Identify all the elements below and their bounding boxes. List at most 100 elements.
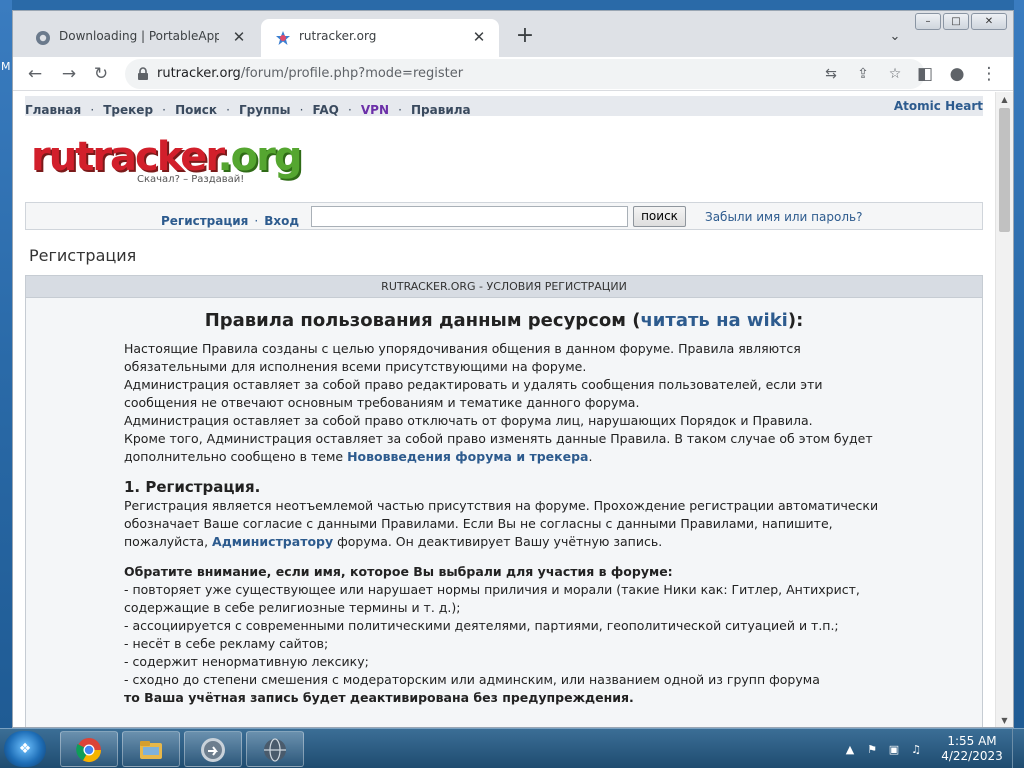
tab-rutracker[interactable]: rutracker.org ✕ [261, 19, 499, 57]
rules-paragraph: Администрация оставляет за собой право р… [124, 377, 823, 410]
forgot-password-link[interactable]: Забыли имя или пароль? [705, 210, 862, 224]
nav-vpn[interactable]: VPN [361, 103, 389, 117]
close-window-button[interactable]: ✕ [971, 13, 1007, 30]
notice-item: - повторяет уже существующее или нарушае… [124, 582, 860, 615]
wiki-link[interactable]: читать на wiki [640, 310, 787, 331]
window-controls: – □ ✕ [913, 13, 1007, 31]
taskbar-chrome[interactable] [60, 731, 118, 767]
chrome-icon [76, 738, 101, 763]
scroll-thumb[interactable] [999, 108, 1010, 232]
rules-p4-suffix: . [588, 449, 593, 464]
login-bar: Регистрация · Вход поиск Забыли имя или па… [25, 202, 983, 230]
notice-conclusion-text: то Ваша учётная запись будет деактивиров… [124, 690, 634, 705]
desktop-edge-label: M [1, 60, 11, 73]
scroll-down-icon[interactable]: ▼ [996, 713, 1013, 727]
nav-rules[interactable]: Правила [411, 103, 471, 117]
taskbar-network-app[interactable] [246, 731, 304, 767]
address-bar[interactable]: rutracker.org/forum/profile.php?mode=reg… [125, 59, 925, 89]
nickname-notice: Обратите внимание, если имя, которое Вы … [124, 563, 884, 707]
taskbar-clock[interactable]: 1:55 AM 4/22/2023 [940, 734, 1004, 764]
site-logo[interactable]: rutracker.org Скачал? – Раздавай! [31, 134, 302, 192]
logo-tagline: Скачал? – Раздавай! [137, 174, 245, 185]
page-content: Главная · Трекер · Поиск · Группы · FAQ … [13, 92, 995, 727]
rules-header: RUTRACKER.ORG - УСЛОВИЯ РЕГИСТРАЦИИ [26, 276, 982, 298]
notice-conclusion: то Ваша учётная запись будет деактивиров… [124, 689, 884, 707]
tray-expand-icon[interactable]: ▲ [842, 743, 858, 756]
nav-groups[interactable]: Группы [239, 103, 291, 117]
network-icon[interactable]: ▣ [886, 743, 902, 756]
nav-separator: · [90, 103, 95, 117]
admin-link[interactable]: Администратору [212, 534, 333, 549]
auth-separator: · [254, 214, 259, 228]
reload-icon[interactable]: ↻ [89, 62, 113, 86]
volume-icon[interactable]: ♫ [908, 743, 924, 756]
taskbar-explorer[interactable] [122, 731, 180, 767]
desktop-left-strip: M [0, 0, 12, 728]
page-scrollbar[interactable]: ▲ ▼ [995, 92, 1013, 727]
start-button[interactable]: ❖ [4, 731, 46, 767]
rutracker-favicon-icon [276, 31, 290, 45]
new-tab-button[interactable]: + [511, 23, 539, 51]
show-desktop-button[interactable] [1012, 729, 1024, 768]
nav-separator: · [226, 103, 230, 117]
globe-icon [264, 738, 286, 762]
tab-title: rutracker.org [299, 29, 377, 43]
nav-faq[interactable]: FAQ [313, 103, 339, 117]
nav-tracker[interactable]: Трекер [103, 103, 153, 117]
taskbar: ❖ ▲ ⚑ ▣ ♫ 1:55 AM 4/22/2023 [0, 728, 1024, 768]
tab-title: Downloading | PortableApps.com [59, 29, 219, 43]
site-nav: Главная · Трекер · Поиск · Группы · FAQ … [25, 96, 983, 118]
notice-title-text: Обратите внимание, если имя, которое Вы … [124, 564, 673, 579]
share-icon[interactable]: ⇪ [853, 64, 873, 84]
minimize-button[interactable]: – [915, 13, 941, 30]
profile-avatar-icon[interactable]: ● [945, 62, 969, 86]
nav-separator: · [398, 103, 402, 117]
url-text[interactable]: rutracker.org/forum/profile.php?mode=reg… [157, 66, 463, 81]
globe-icon [36, 31, 50, 45]
back-icon[interactable]: ← [23, 62, 47, 86]
nav-atomic-heart[interactable]: Atomic Heart [894, 99, 983, 113]
maximize-button[interactable]: □ [943, 13, 969, 30]
clock-date: 4/22/2023 [941, 749, 1003, 763]
nav-home[interactable]: Главная [25, 103, 81, 117]
lock-icon[interactable] [135, 66, 151, 82]
tab-search-icon[interactable]: ⌄ [883, 25, 907, 49]
translate-icon[interactable]: ⇆ [821, 64, 841, 84]
login-link[interactable]: Вход [264, 214, 299, 228]
auth-links: Регистрация · Вход [161, 210, 299, 229]
search-input[interactable] [311, 206, 628, 227]
tab-close-icon[interactable]: ✕ [469, 27, 489, 47]
menu-kebab-icon[interactable]: ⋮ [977, 62, 1001, 86]
notice-item: - сходно до степени смешения с модератор… [124, 672, 820, 687]
nav-separator: · [299, 103, 304, 117]
section-registration-text: Регистрация является неотъемлемой частью… [124, 497, 884, 551]
rules-title: Правила пользования данным ресурсом (чит… [26, 310, 982, 331]
search-button[interactable]: поиск [633, 206, 686, 227]
notice-item: - несёт в себе рекламу сайтов; [124, 636, 329, 651]
action-center-icon[interactable]: ⚑ [864, 743, 880, 756]
rules-intro: Настоящие Правила созданы с целью упоряд… [124, 340, 884, 466]
register-link[interactable]: Регистрация [161, 214, 248, 228]
taskbar-app[interactable] [184, 731, 242, 767]
tab-close-icon[interactable]: ✕ [229, 27, 249, 47]
folder-icon [140, 741, 162, 759]
rules-paragraph: Настоящие Правила созданы с целью упоряд… [124, 341, 801, 374]
scroll-up-icon[interactable]: ▲ [996, 92, 1013, 108]
rules-paragraph: Кроме того, Администрация оставляет за с… [124, 430, 884, 466]
news-topic-link[interactable]: Нововведения форума и трекера [347, 449, 588, 464]
arrow-circle-icon [201, 738, 225, 762]
notice-title: Обратите внимание, если имя, которое Вы … [124, 563, 884, 581]
clock-time: 1:55 AM [947, 734, 997, 748]
nav-links: Главная · Трекер · Поиск · Группы · FAQ … [25, 99, 471, 118]
nav-search[interactable]: Поиск [175, 103, 217, 117]
tab-portableapps[interactable]: Downloading | PortableApps.com ✕ [21, 19, 259, 57]
rules-box: RUTRACKER.ORG - УСЛОВИЯ РЕГИСТРАЦИИ Прав… [25, 275, 983, 727]
rules-paragraph: Администрация оставляет за собой право о… [124, 413, 813, 428]
forward-icon[interactable]: → [57, 62, 81, 86]
browser-toolbar: ← → ↻ rutracker.org/forum/profile.php?mo… [13, 57, 1013, 91]
page-title: Регистрация [29, 246, 137, 265]
nav-separator: · [347, 103, 352, 117]
bookmark-star-icon[interactable]: ☆ [885, 64, 905, 84]
side-panel-icon[interactable]: ◧ [913, 62, 937, 86]
system-tray: ▲ ⚑ ▣ ♫ [842, 737, 924, 761]
